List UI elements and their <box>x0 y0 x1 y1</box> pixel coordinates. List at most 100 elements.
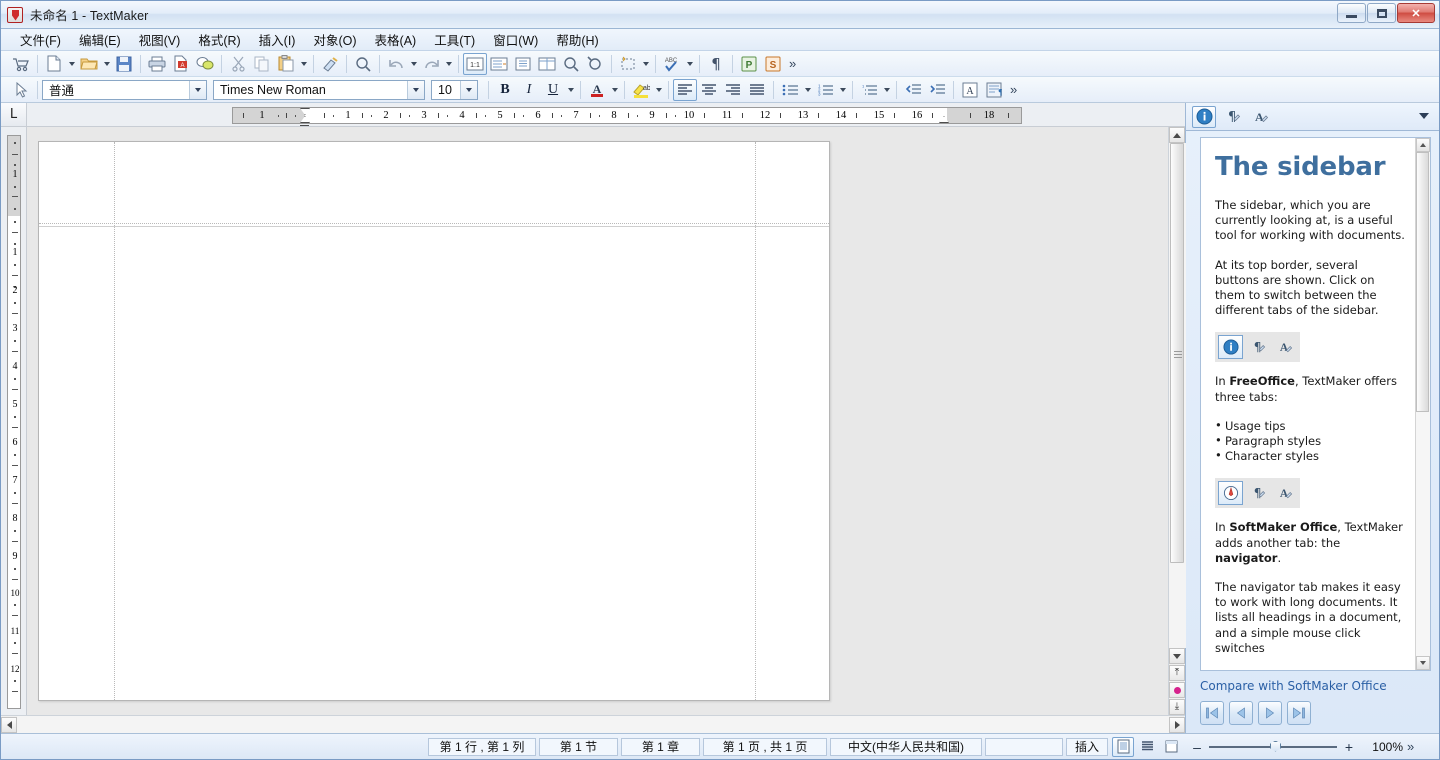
close-button[interactable]: ✕ <box>1397 3 1435 23</box>
info-icon[interactable] <box>1218 335 1243 360</box>
format-painter-icon[interactable] <box>318 53 342 75</box>
menu-help[interactable]: 帮助(H) <box>547 27 607 52</box>
print-icon[interactable] <box>145 53 169 75</box>
numbered-list-icon[interactable]: 123 <box>813 79 837 101</box>
menu-edit[interactable]: 编辑(E) <box>70 27 130 52</box>
highlight-color-dropdown[interactable] <box>653 79 664 101</box>
sidebar-tab-character-styles[interactable]: A <box>1248 106 1272 128</box>
menu-format[interactable]: 格式(R) <box>189 27 249 52</box>
compare-with-softmaker-office-link[interactable]: Compare with SoftMaker Office <box>1186 671 1439 697</box>
numbered-list-dropdown[interactable] <box>837 79 848 101</box>
highlight-color-icon[interactable]: ab <box>629 79 653 101</box>
previous-page-button[interactable] <box>1169 665 1185 681</box>
horizontal-ruler[interactable]: 1 1 2 3 4 5 6 7 8 9 10 11 12 13 14 15 16… <box>232 107 1022 126</box>
paragraph-style-combo[interactable]: 普通 <box>42 79 207 100</box>
chevron-down-icon[interactable] <box>460 80 477 99</box>
formatting-marks-icon[interactable]: ¶ <box>704 53 728 75</box>
zoom-slider-handle[interactable] <box>1270 740 1281 752</box>
align-center-icon[interactable] <box>697 79 721 101</box>
vertical-scroll-track[interactable] <box>1168 143 1186 648</box>
zoom-slider-track[interactable] <box>1209 740 1337 752</box>
zoom-control[interactable]: – + <box>1191 739 1355 755</box>
character-style-icon[interactable]: A <box>1272 335 1297 359</box>
bullet-list-dropdown[interactable] <box>802 79 813 101</box>
last-page-button[interactable] <box>1287 701 1311 725</box>
align-left-icon[interactable] <box>673 78 697 101</box>
insert-frame-icon[interactable] <box>616 53 640 75</box>
insert-frame-dropdown[interactable] <box>640 53 651 75</box>
view-draft-button[interactable] <box>1136 737 1158 757</box>
paste-icon[interactable] <box>274 53 298 75</box>
paragraph-style-icon[interactable]: ¶ <box>1245 335 1270 359</box>
vertical-scroll-thumb[interactable] <box>1169 143 1184 563</box>
sidebar-scroll-thumb[interactable] <box>1416 152 1429 412</box>
cut-icon[interactable] <box>226 53 250 75</box>
next-page-button[interactable] <box>1258 701 1282 725</box>
font-color-icon[interactable]: A <box>585 79 609 101</box>
formatbar-overflow-button[interactable]: » <box>1006 82 1021 97</box>
menu-table[interactable]: 表格(A) <box>366 27 426 52</box>
zoom-out-icon[interactable] <box>583 53 607 75</box>
character-style-icon[interactable]: A <box>1272 481 1297 505</box>
statusbar-overflow-button[interactable]: » <box>1403 739 1418 754</box>
horizontal-scroll-track[interactable] <box>17 716 1169 733</box>
save-icon[interactable] <box>112 53 136 75</box>
scroll-left-button[interactable] <box>1 716 17 733</box>
font-size-combo[interactable]: 10 <box>431 79 478 100</box>
minimize-button[interactable] <box>1337 3 1366 23</box>
sidebar-scroll-down-button[interactable] <box>1416 656 1430 670</box>
increase-indent-icon[interactable] <box>925 79 949 101</box>
multi-page-icon[interactable] <box>535 53 559 75</box>
toolbar-overflow-button[interactable]: » <box>785 56 800 71</box>
export-pdf-icon[interactable]: A <box>169 53 193 75</box>
outline-list-icon[interactable]: 1 <box>857 79 881 101</box>
scroll-right-button[interactable] <box>1169 716 1185 733</box>
paste-dropdown[interactable] <box>298 53 309 75</box>
bold-button[interactable]: B <box>493 79 517 101</box>
browse-object-button[interactable] <box>1169 682 1185 698</box>
underline-button[interactable]: U <box>541 79 565 101</box>
whole-page-icon[interactable] <box>511 53 535 75</box>
view-normal-button[interactable] <box>1112 736 1134 757</box>
search-icon[interactable] <box>351 53 375 75</box>
font-name-combo[interactable]: Times New Roman <box>213 79 425 100</box>
document-horizontal-scrollbar[interactable] <box>1 715 1185 733</box>
paragraph-format-icon[interactable]: ¶ <box>982 79 1006 101</box>
outline-list-dropdown[interactable] <box>881 79 892 101</box>
document-page[interactable] <box>38 141 830 701</box>
shop-cart-icon[interactable] <box>9 53 33 75</box>
character-format-icon[interactable]: A <box>958 79 982 101</box>
italic-button[interactable]: I <box>517 79 541 101</box>
scroll-up-button[interactable] <box>1169 127 1185 143</box>
bullet-list-icon[interactable] <box>778 79 802 101</box>
align-justify-icon[interactable] <box>745 79 769 101</box>
cursor-pointer-icon[interactable] <box>9 79 33 101</box>
sidebar-vertical-scrollbar[interactable] <box>1415 138 1430 670</box>
redo-dropdown[interactable] <box>443 53 454 75</box>
paragraph-style-icon[interactable]: ¶ <box>1245 481 1270 505</box>
sidebar-scroll-track[interactable] <box>1416 152 1430 656</box>
menu-insert[interactable]: 插入(I) <box>250 27 305 52</box>
zoom-percentage[interactable]: 100% <box>1363 740 1403 754</box>
new-document-icon[interactable] <box>42 53 66 75</box>
align-right-icon[interactable] <box>721 79 745 101</box>
undo-icon[interactable] <box>384 53 408 75</box>
zoom-out-button[interactable]: – <box>1191 739 1203 755</box>
send-email-icon[interactable] <box>193 53 217 75</box>
menu-object[interactable]: 对象(O) <box>304 27 365 52</box>
spellcheck-icon[interactable]: ABC <box>660 53 684 75</box>
menu-tools[interactable]: 工具(T) <box>425 27 484 52</box>
document-canvas[interactable] <box>27 127 1168 715</box>
chevron-down-icon[interactable] <box>189 80 206 99</box>
spellcheck-dropdown[interactable] <box>684 53 695 75</box>
planmaker-icon[interactable]: S <box>761 53 785 75</box>
menu-window[interactable]: 窗口(W) <box>484 27 547 52</box>
decrease-indent-icon[interactable] <box>901 79 925 101</box>
sidebar-tab-usage-tips[interactable] <box>1192 105 1216 128</box>
previous-page-button[interactable] <box>1229 701 1253 725</box>
scroll-down-button[interactable] <box>1169 648 1185 664</box>
chevron-down-icon[interactable] <box>407 80 424 99</box>
font-color-dropdown[interactable] <box>609 79 620 101</box>
redo-icon[interactable] <box>419 53 443 75</box>
document-vertical-scrollbar[interactable] <box>1168 127 1186 715</box>
